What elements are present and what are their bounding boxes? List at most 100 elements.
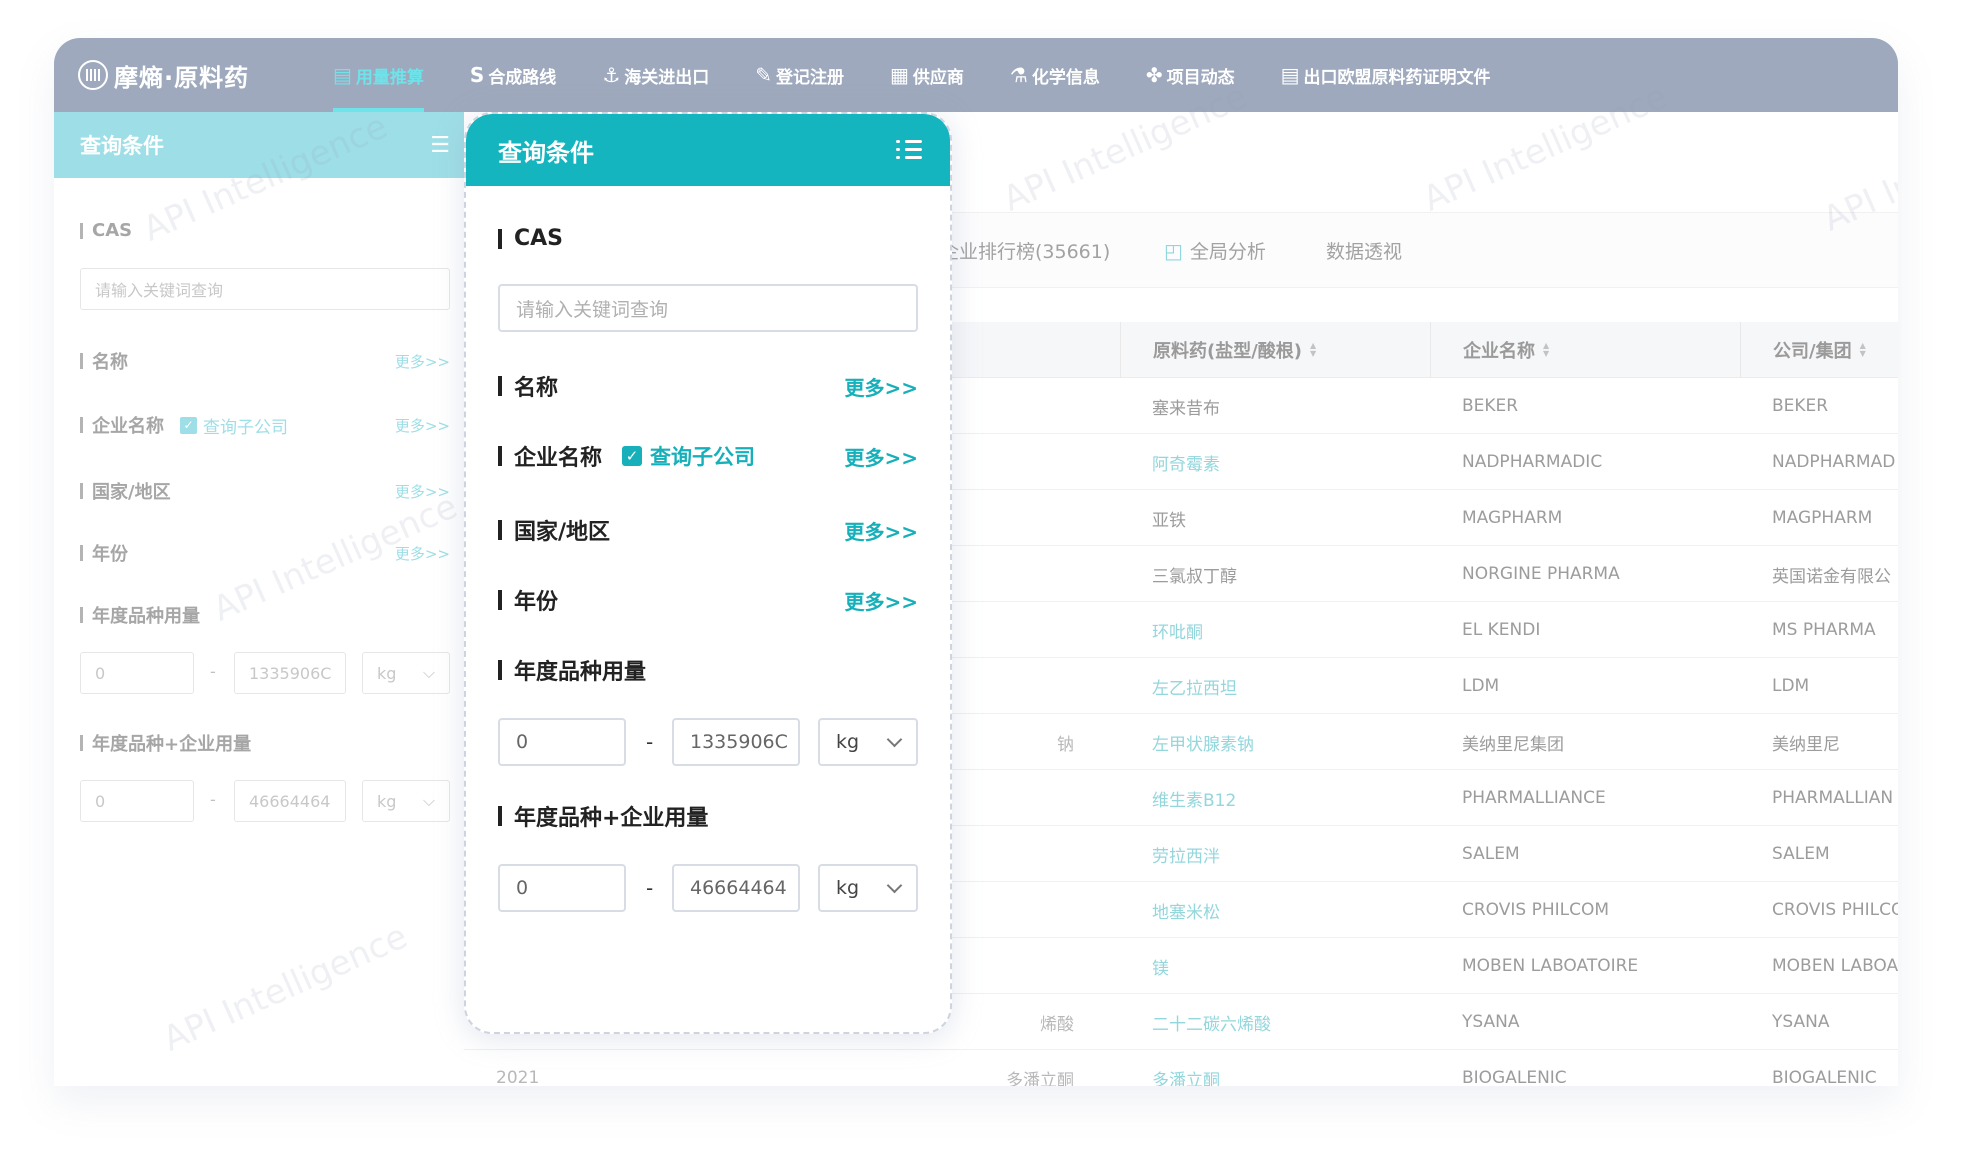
cell-group: YSANA	[1772, 1012, 1830, 1032]
cell-drug[interactable]: 阿奇霉素	[1120, 434, 1430, 490]
bg-sidebar-header: 查询条件 ☰	[54, 112, 464, 178]
nav-icon: S	[469, 63, 485, 87]
bg-annual-unit-select[interactable]: kg ⌵	[362, 652, 450, 694]
country-label: 国家/地区	[498, 514, 610, 546]
bg-annual-min-input[interactable]: 0	[80, 652, 194, 694]
cell-drug[interactable]: 劳拉西泮	[1120, 826, 1430, 882]
year-more-link[interactable]: 更多>>	[844, 586, 918, 615]
cell-company: NORGINE PHARMA	[1462, 564, 1620, 584]
nav-item-0[interactable]: ▤ 用量推算	[310, 38, 447, 112]
ac-unit-select[interactable]: kg	[818, 864, 918, 912]
cell-drug[interactable]: 镁	[1120, 938, 1430, 994]
column-header-drug[interactable]: 原料药(盐型/酸根) ▲ ▼	[1120, 322, 1430, 378]
bg-company-more-link[interactable]: 更多>>	[395, 415, 450, 436]
subsidiary-checkbox[interactable]: ✓ 查询子公司	[622, 441, 755, 471]
bg-country-row: 国家/地区 更多>>	[80, 478, 450, 504]
nav-label: 登记注册	[776, 67, 845, 88]
nav-label: 用量推算	[355, 67, 424, 88]
name-more-link[interactable]: 更多>>	[844, 372, 918, 401]
nav-icon: ⚓	[602, 63, 621, 87]
table-row[interactable]: 多潘立酮 2021 多潘立酮 BIOGALENIC BIOGALENIC	[464, 1050, 1898, 1086]
cell-drug[interactable]: 左乙拉西坦	[1120, 658, 1430, 714]
brand[interactable]: 摩熵·原料药	[78, 38, 310, 112]
annual-max-input[interactable]: 1335906C	[672, 718, 800, 766]
bg-annual-label: 年度品种用量	[80, 602, 200, 628]
name-label: 名称	[498, 370, 558, 402]
cell-group: BIOGALENIC	[1772, 1068, 1877, 1086]
nav-item-2[interactable]: ⚓ 海关进出口	[579, 38, 732, 112]
company-more-link[interactable]: 更多>>	[844, 442, 918, 471]
nav-item-5[interactable]: ⚗ 化学信息	[987, 38, 1123, 112]
bg-annual-max-input[interactable]: 1335906C	[234, 652, 346, 694]
bg-subsidiary-checkbox[interactable]: ✓ 查询子公司	[180, 413, 288, 438]
cas-row: CAS	[498, 226, 918, 251]
cell-company: MOBEN LABOATOIRE	[1462, 956, 1639, 976]
cell-group: MOBEN LABOA	[1772, 956, 1898, 976]
app-window: 摩熵·原料药 ▤ 用量推算 S 合成路线 ⚓ 海关进出口 ✎ 登记注册 ▦ 供应商 ⚗ 化学信息 ✤ 项目…	[54, 38, 1898, 1086]
country-more-link[interactable]: 更多>>	[844, 516, 918, 545]
year-label: 年份	[498, 584, 558, 616]
cell-left: 多潘立酮	[1006, 1070, 1074, 1087]
year-row: 年份 更多>>	[498, 584, 918, 616]
nav-item-7[interactable]: ▤ 出口欧盟原料药证明文件	[1258, 38, 1514, 112]
cell-drug[interactable]: 多潘立酮	[1120, 1050, 1430, 1087]
tab-global-analysis[interactable]: ◰ 全局分析	[1164, 237, 1266, 264]
cell-drug[interactable]: 环吡酮	[1120, 602, 1430, 658]
cell-group: BEKER	[1772, 396, 1829, 416]
cell-group: 美纳里尼	[1772, 734, 1840, 755]
bg-cas-row: CAS	[80, 220, 450, 241]
cell-group: MAGPHARM	[1772, 508, 1873, 528]
nav-item-3[interactable]: ✎ 登记注册	[732, 38, 867, 112]
bg-ac-unit-select[interactable]: kg ⌵	[362, 780, 450, 822]
cell-company: 美纳里尼集团	[1462, 734, 1564, 755]
bg-annual-company-label: 年度品种+企业用量	[80, 730, 251, 756]
search-input[interactable]: 请输入关键词查询	[498, 284, 918, 332]
column-header-group[interactable]: 公司/集团 ▲ ▼	[1740, 322, 1898, 378]
nav-item-4[interactable]: ▦ 供应商	[867, 38, 987, 112]
company-label: 企业名称 ✓ 查询子公司	[498, 440, 755, 472]
menu-list-icon[interactable]	[896, 139, 922, 161]
sort-icon: ▲ ▼	[1543, 341, 1550, 358]
cell-drug: 亚铁	[1152, 510, 1186, 531]
bg-country-more-link[interactable]: 更多>>	[395, 481, 450, 502]
bg-ac-min-input[interactable]: 0	[80, 780, 194, 822]
bg-company-label: 企业名称 ✓ 查询子公司	[80, 412, 288, 438]
background-sidebar: 查询条件 ☰ CAS 请输入关键词查询 名称 更多>> 企业名称 ✓ 查询子公司 …	[54, 112, 464, 1086]
chevron-down-icon	[886, 731, 903, 747]
bg-search-input[interactable]: 请输入关键词查询	[80, 268, 450, 310]
bg-menu-icon[interactable]: ☰	[430, 133, 450, 158]
cell-drug[interactable]: 地塞米松	[1120, 882, 1430, 938]
column-header-company[interactable]: 企业名称 ▲ ▼	[1430, 322, 1740, 378]
ac-min-input[interactable]: 0	[498, 864, 626, 912]
cell-drug[interactable]: 维生素B12	[1120, 770, 1430, 826]
annual-company-row: 年度品种+企业用量	[498, 800, 918, 832]
annual-min-input[interactable]: 0	[498, 718, 626, 766]
bg-name-label: 名称	[80, 348, 128, 374]
cell-group: MS PHARMA	[1772, 620, 1876, 640]
cell-company: SALEM	[1462, 844, 1520, 864]
ac-max-input[interactable]: 46664464	[672, 864, 800, 912]
brand-logo-icon	[78, 60, 108, 90]
bg-range-dash: -	[210, 662, 216, 681]
bg-range-dash: -	[210, 790, 216, 809]
cell-group: CROVIS PHILCO	[1772, 900, 1898, 920]
cell-company: PHARMALLIANCE	[1462, 788, 1606, 808]
nav-label: 出口欧盟原料药证明文件	[1303, 67, 1491, 88]
nav-icon: ✎	[755, 63, 773, 87]
nav-item-6[interactable]: ✤ 项目动态	[1123, 38, 1258, 112]
cell-drug[interactable]: 左甲状腺素钠	[1120, 714, 1430, 770]
annual-unit-select[interactable]: kg	[818, 718, 918, 766]
bg-name-more-link[interactable]: 更多>>	[395, 351, 450, 372]
tab-company-ranking[interactable]: 企业排行榜(35661)	[940, 237, 1110, 264]
cell-company: BEKER	[1462, 396, 1519, 416]
company-row: 企业名称 ✓ 查询子公司 更多>>	[498, 440, 918, 472]
nav-label: 海关进出口	[624, 67, 710, 88]
nav-icon: ▦	[890, 63, 909, 87]
country-row: 国家/地区 更多>>	[498, 514, 918, 546]
bg-year-row: 年份 更多>>	[80, 540, 450, 566]
bg-year-more-link[interactable]: 更多>>	[395, 543, 450, 564]
cell-drug[interactable]: 二十二碳六烯酸	[1120, 994, 1430, 1050]
nav-item-1[interactable]: S 合成路线	[447, 38, 579, 112]
bg-ac-max-input[interactable]: 46664464	[234, 780, 346, 822]
tab-data-pivot[interactable]: 数据透视	[1326, 237, 1402, 264]
